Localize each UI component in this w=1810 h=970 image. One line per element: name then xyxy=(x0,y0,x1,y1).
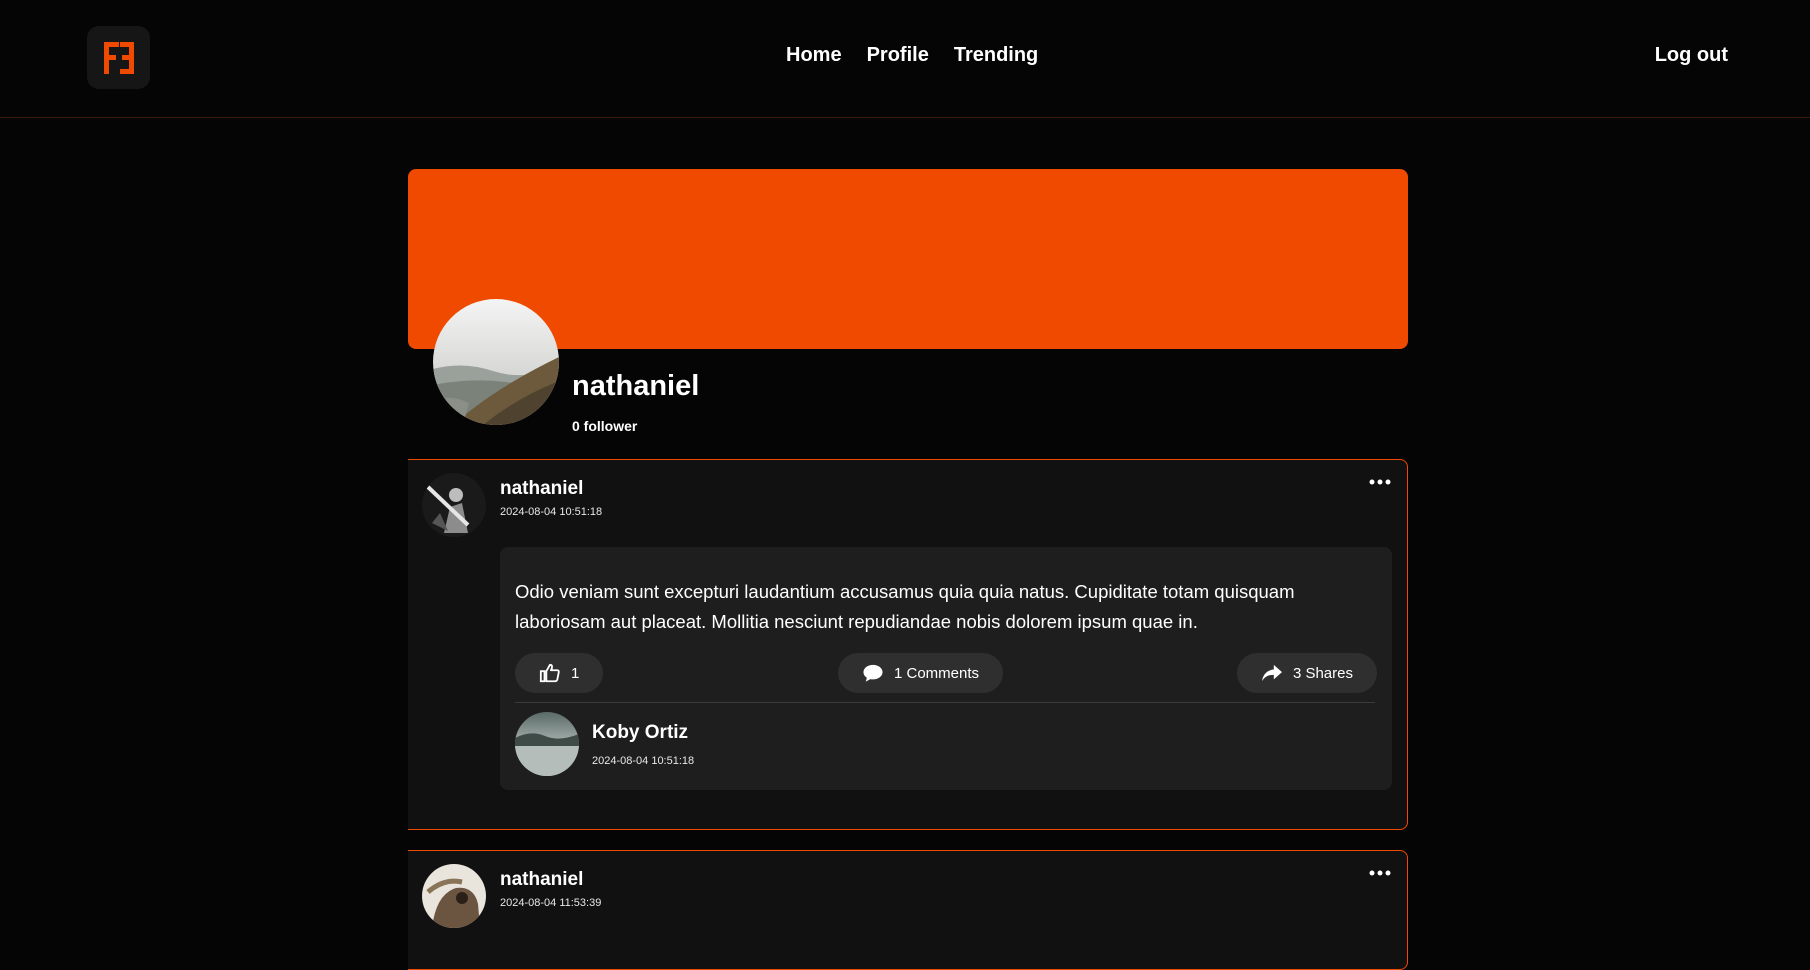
more-options-icon[interactable] xyxy=(1369,869,1391,877)
share-button[interactable]: 3 Shares xyxy=(1236,653,1377,693)
shares-count-label: 3 Shares xyxy=(1292,664,1353,682)
post-text: Odio veniam sunt excepturi laudantium ac… xyxy=(515,581,1295,632)
profile-name: nathaniel xyxy=(572,370,700,402)
comments-button[interactable]: 1 Comments xyxy=(838,653,1004,693)
nav-home-link[interactable]: Home xyxy=(786,44,842,67)
ff-logo-icon xyxy=(103,41,134,74)
nav-profile-link[interactable]: Profile xyxy=(867,44,929,67)
more-options-icon[interactable] xyxy=(1369,478,1391,486)
thumbs-up-icon xyxy=(539,663,560,683)
comment-author-avatar[interactable] xyxy=(515,712,579,776)
logout-link[interactable]: Log out xyxy=(1655,44,1728,67)
profile-cover-banner xyxy=(408,169,1408,349)
speech-bubble-icon xyxy=(863,664,883,682)
post-author-name[interactable]: nathaniel xyxy=(500,478,583,500)
main-nav: Home Profile Trending xyxy=(786,44,1038,67)
profile-avatar[interactable] xyxy=(433,299,559,425)
share-arrow-icon xyxy=(1261,664,1282,682)
author-photo xyxy=(422,864,486,928)
post-timestamp: 2024-08-04 10:51:18 xyxy=(500,506,603,518)
post-timestamp: 2024-08-04 11:53:39 xyxy=(500,897,602,909)
comment-divider xyxy=(515,702,1375,703)
post-card: nathaniel 2024-08-04 10:51:18 Odio venia… xyxy=(408,459,1408,830)
comment-timestamp: 2024-08-04 10:51:18 xyxy=(592,755,695,767)
nav-trending-link[interactable]: Trending xyxy=(954,44,1038,67)
author-photo xyxy=(422,473,486,537)
landscape-photo xyxy=(433,299,559,425)
comments-count-label: 1 Comments xyxy=(894,664,980,682)
like-button[interactable]: 1 xyxy=(515,653,604,693)
post-author-avatar[interactable] xyxy=(422,864,486,928)
commenter-photo xyxy=(515,712,579,776)
like-count: 1 xyxy=(571,664,580,682)
post-card: nathaniel 2024-08-04 11:53:39 xyxy=(408,850,1408,970)
post-author-name[interactable]: nathaniel xyxy=(500,869,583,891)
post-content: Odio veniam sunt excepturi laudantium ac… xyxy=(500,547,1392,790)
profile-follower-count: 0 follower xyxy=(572,418,638,434)
top-navbar: Home Profile Trending Log out xyxy=(0,0,1810,118)
app-logo[interactable] xyxy=(87,26,150,89)
post-author-avatar[interactable] xyxy=(422,473,486,537)
comment-author-name[interactable]: Koby Ortiz xyxy=(592,722,688,744)
